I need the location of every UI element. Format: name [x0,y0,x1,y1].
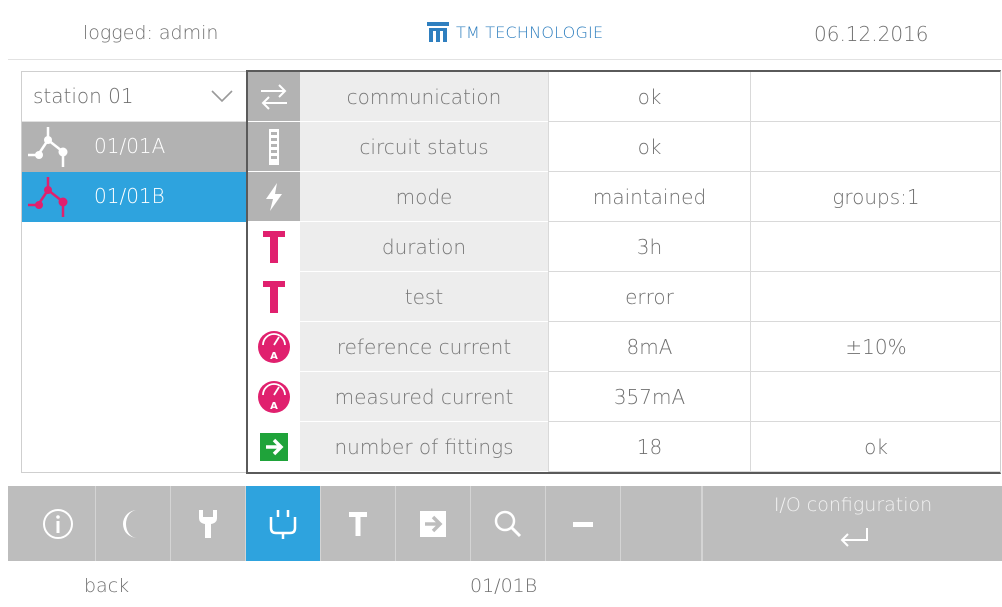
io-configuration-button[interactable]: I/O configuration [702,486,1002,561]
station-label: station 01 [33,84,134,108]
row-name: circuit status [300,122,548,172]
table-row: A measured current 357mA [248,372,1001,422]
station-dropdown[interactable]: station 01 [22,72,247,122]
table-row: communication ok [248,72,1001,122]
remove-button[interactable] [546,486,621,561]
row-name: duration [300,222,548,272]
back-button[interactable]: back [84,575,129,597]
row-name: test [300,272,548,322]
ammeter-icon: A [258,380,290,413]
row-extra: groups:1 [750,172,1001,222]
info-button[interactable] [21,486,96,561]
t-letter-icon [263,280,285,313]
circuit-button[interactable] [246,486,321,561]
exchange-arrows-icon [261,83,287,110]
logged-user: logged: admin [83,22,219,44]
t-letter-icon [263,230,285,263]
minus-icon [573,521,593,527]
test-button[interactable] [321,486,396,561]
svg-text:A: A [270,401,278,412]
night-mode-button[interactable] [96,486,171,561]
row-value: maintained [548,172,750,222]
circuit-panel: station 01 01/01A 01/01B [21,71,247,473]
empty-button-slot [621,486,702,561]
circuit-item-01-01b[interactable]: 01/01B [22,172,247,222]
footer-bar: back 01/01B [0,561,1002,607]
ammeter-icon: A [258,330,290,363]
exit-arrow-icon [260,432,288,461]
row-name: mode [300,172,548,222]
row-extra [750,272,1001,322]
row-extra [750,122,1001,172]
circuit-item-01-01a[interactable]: 01/01A [22,122,247,172]
fittings-button[interactable] [396,486,471,561]
circuit-label: 01/01B [94,184,165,208]
row-value: 18 [548,422,750,472]
info-icon [43,508,73,539]
row-extra [750,72,1001,122]
row-value: ok [548,72,750,122]
t-letter-icon [349,511,367,536]
search-button[interactable] [471,486,546,561]
dotted-bar-icon [269,128,279,165]
row-extra: ±10% [750,322,1001,372]
tm-logo-icon [427,22,449,42]
row-extra [750,372,1001,422]
table-row: test error [248,272,1001,322]
table-row: A reference current 8mA ±10% [248,322,1001,372]
current-date: 06.12.2016 [814,22,929,46]
plug-icon [269,509,297,539]
row-value: error [548,272,750,322]
row-value: 8mA [548,322,750,372]
table-row: mode maintained groups:1 [248,172,1001,222]
circuit-label: 01/01A [94,134,166,158]
row-value: ok [548,122,750,172]
enter-arrow-icon [840,528,868,547]
exit-arrow-icon [420,510,446,537]
row-value: 3h [548,222,750,272]
table-row: duration 3h [248,222,1001,272]
status-table: communication ok circuit status ok mode … [246,70,1001,474]
row-extra [750,222,1001,272]
current-circuit-label: 01/01B [470,575,538,597]
circuit-node-icon [28,127,68,167]
row-name: number of fittings [300,422,548,472]
row-name: reference current [300,322,548,372]
row-value: 357mA [548,372,750,422]
brand-name: TM TECHNOLOGIE [456,22,604,42]
row-name: communication [300,72,548,122]
header-bar: logged: admin TM TECHNOLOGIE 06.12.2016 [8,8,1002,60]
wrench-icon [199,509,217,538]
chevron-down-icon [211,90,233,103]
toolbar: I/O configuration [8,486,1002,561]
row-name: measured current [300,372,548,422]
row-extra: ok [750,422,1001,472]
table-row: number of fittings 18 ok [248,422,1001,472]
table-row: circuit status ok [248,122,1001,172]
search-icon [494,510,522,537]
moon-icon [123,509,137,538]
brand-logo: TM TECHNOLOGIE [426,20,603,44]
io-configuration-label: I/O configuration [773,494,933,516]
circuit-node-icon [28,177,68,217]
settings-button[interactable] [171,486,246,561]
lightning-icon [266,182,282,211]
svg-text:A: A [270,351,278,362]
